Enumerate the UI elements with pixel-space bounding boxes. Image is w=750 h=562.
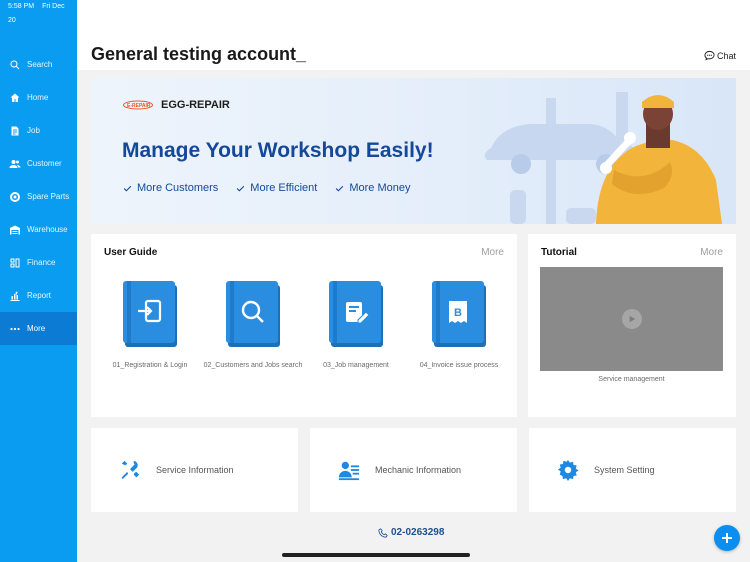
invoice-icon: B: [449, 301, 467, 323]
spare-parts-icon: [9, 191, 21, 203]
support-phone-number: 02-0263298: [391, 527, 445, 538]
guide-book-icon: [329, 281, 383, 347]
guide-book-label: 03_Job management: [323, 362, 389, 369]
guide-book-registration[interactable]: [121, 281, 179, 352]
service-information-tile[interactable]: Service Information: [91, 428, 298, 512]
sidebar-item-job[interactable]: Job: [0, 114, 77, 147]
user-guide-more-link[interactable]: More: [481, 247, 504, 258]
guide-book-label: 01_Registration & Login: [112, 362, 188, 369]
sidebar-item-spare-parts[interactable]: Spare Parts: [0, 180, 77, 213]
wrench-screwdriver-icon: [121, 460, 140, 480]
job-icon: [9, 125, 21, 137]
promo-banner[interactable]: E-REPAIR EGG-REPAIR Manage Your Workshop…: [91, 78, 736, 224]
sidebar-nav: Search Home Job Customer Spare Parts War…: [0, 48, 77, 345]
banner-headline: Manage Your Workshop Easily!: [122, 139, 434, 162]
svg-text:E-REPAIR: E-REPAIR: [127, 103, 151, 109]
chat-label: Chat: [716, 50, 736, 61]
tutorial-video[interactable]: [540, 267, 723, 371]
play-icon[interactable]: [621, 309, 642, 329]
tutorial-title: Tutorial: [541, 247, 577, 258]
more-icon: [9, 323, 21, 335]
sidebar-item-finance[interactable]: Finance: [0, 246, 77, 279]
sidebar: Search Home Job Customer Spare Parts War…: [0, 0, 77, 562]
tutorial-video-caption: Service management: [598, 376, 665, 383]
banner-bullet-text: More Efficient: [250, 182, 318, 194]
user-guide-title: User Guide: [104, 247, 158, 258]
sidebar-item-home[interactable]: Home: [0, 81, 77, 114]
guide-book-customers-jobs-search[interactable]: [224, 281, 282, 352]
sidebar-item-label: Report: [27, 291, 52, 300]
guide-book-icon: B: [432, 281, 486, 347]
sidebar-item-label: Finance: [27, 258, 56, 267]
banner-bullet: More Money: [335, 182, 411, 194]
mechanic-illustration: [484, 92, 722, 224]
support-phone[interactable]: 02-0263298: [378, 527, 444, 538]
tile-label: System Setting: [594, 465, 655, 475]
guide-book-label: 04_Invoice issue process: [419, 362, 499, 369]
sidebar-item-label: Warehouse: [27, 225, 68, 234]
sidebar-item-label: Spare Parts: [27, 192, 70, 201]
guide-book-job-management[interactable]: [327, 281, 385, 352]
header: General testing account_ Chat: [77, 0, 750, 70]
check-icon: [336, 185, 344, 192]
sidebar-item-label: More: [27, 324, 46, 333]
guide-book-invoice-process[interactable]: B: [430, 281, 488, 352]
banner-bullets: More Customers More Efficient More Money: [123, 182, 429, 194]
warehouse-icon: [9, 224, 21, 236]
guide-book-label: 02_Customers and Jobs search: [203, 362, 303, 369]
sidebar-item-label: Home: [27, 93, 49, 102]
guide-book-icon: [226, 281, 280, 347]
check-icon: [237, 185, 245, 192]
banner-bullet-text: More Money: [349, 182, 411, 194]
customer-icon: [9, 158, 21, 170]
gear-icon: [557, 459, 579, 481]
e-repair-logo-icon: E-REPAIR: [123, 100, 153, 110]
sidebar-item-label: Job: [27, 126, 40, 135]
banner-bullet: More Customers: [123, 182, 218, 194]
home-icon: [9, 92, 21, 104]
home-indicator: [282, 553, 470, 557]
banner-bullet: More Efficient: [236, 182, 317, 194]
tutorial-more-link[interactable]: More: [700, 247, 723, 258]
status-time: 5:58 PM: [8, 3, 35, 10]
phone-icon: [378, 527, 388, 538]
finance-icon: [9, 257, 21, 269]
status-bar: 5:58 PM Fri Dec 20: [0, 0, 77, 24]
sidebar-item-report[interactable]: Report: [0, 279, 77, 312]
guide-book-icon: [123, 281, 177, 347]
tile-label: Service Information: [156, 465, 234, 475]
system-setting-tile[interactable]: System Setting: [529, 428, 736, 512]
tutorial-card: Tutorial More Service management: [528, 234, 736, 417]
report-icon: [9, 290, 21, 302]
banner-bullet-text: More Customers: [137, 182, 219, 194]
brand-logo: E-REPAIR EGG-REPAIR: [123, 99, 230, 111]
tile-label: Mechanic Information: [375, 465, 462, 475]
svg-text:B: B: [454, 307, 462, 319]
sidebar-item-label: Search: [27, 60, 53, 69]
sidebar-item-label: Customer: [27, 159, 62, 168]
chat-icon: [704, 50, 715, 61]
add-button[interactable]: [714, 525, 740, 551]
check-icon: [123, 185, 132, 192]
sidebar-item-customer[interactable]: Customer: [0, 147, 77, 180]
chat-button[interactable]: Chat: [704, 50, 736, 61]
page-title: General testing account_: [91, 44, 307, 64]
user-guide-card: User Guide More 01_Registration & Login …: [91, 234, 517, 417]
brand-name: EGG-REPAIR: [161, 99, 230, 111]
mechanic-card-icon: [338, 461, 360, 481]
search-icon: [9, 59, 21, 71]
sidebar-item-more[interactable]: More: [0, 312, 77, 345]
sidebar-item-warehouse[interactable]: Warehouse: [0, 213, 77, 246]
mechanic-information-tile[interactable]: Mechanic Information: [310, 428, 517, 512]
sidebar-item-search[interactable]: Search: [0, 48, 77, 81]
plus-icon: [722, 533, 732, 543]
